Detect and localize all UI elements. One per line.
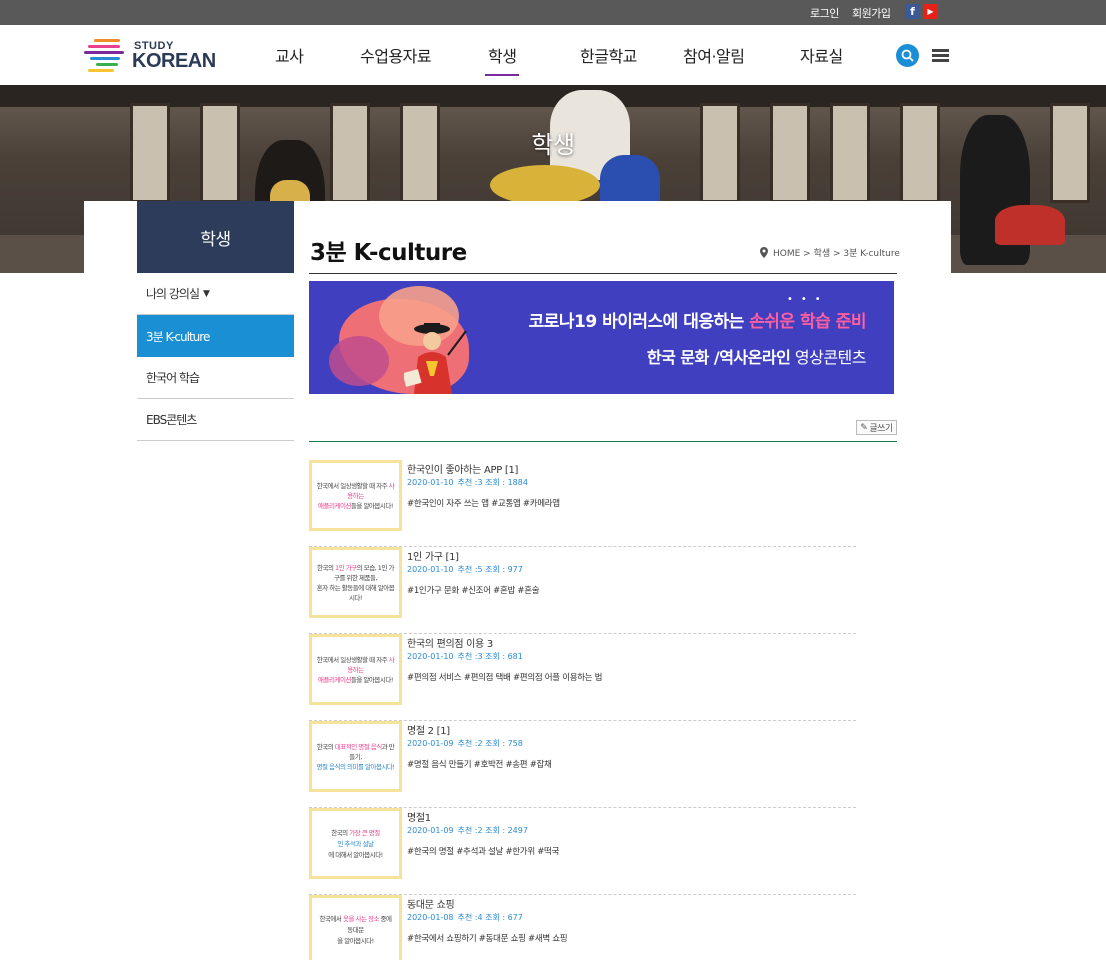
- post-title[interactable]: 1인 가구 [1]: [407, 548, 459, 563]
- lnb-item-ebs-contents[interactable]: EBS콘텐츠: [137, 399, 294, 441]
- post-meta: 2020-01-10 추천 :5 조회 : 977: [407, 565, 523, 574]
- lnb-item-my-classroom[interactable]: 나의 강의실 ▼: [137, 273, 294, 315]
- promo-banner[interactable]: ••• 코로나19 바이러스에 대응하는 손쉬운 학습 준비 한국 문화 /역사…: [309, 281, 894, 394]
- nav-item-archive[interactable]: 자료실: [800, 43, 843, 67]
- post-title[interactable]: 명절1: [407, 809, 431, 824]
- post-tags: #한국의 명절 #추석과 설날 #한가위 #떡국: [407, 847, 560, 857]
- breadcrumb: HOME > 학생 > 3분 K-culture: [760, 246, 900, 259]
- lnb-item-label: 나의 강의실: [146, 287, 200, 301]
- page-title: 3분 K-culture: [310, 240, 467, 266]
- list-item[interactable]: 한국의 가장 큰 명절 인 추석과 설날 에 대해서 알아봅시다! 명절1 2020…: [309, 808, 856, 895]
- hero-title: 학생: [531, 131, 575, 159]
- lnb-heading: 학생: [137, 201, 294, 273]
- post-title[interactable]: 명절 2 [1]: [407, 722, 450, 737]
- post-thumbnail[interactable]: 한국의 가장 큰 명절 인 추석과 설날 에 대해서 알아봅시다!: [309, 808, 402, 879]
- top-utility-bar: 로그인 회원가입 f ▶: [0, 0, 1106, 25]
- list-item[interactable]: 한국의 1인 가구의 모습, 1인 가구를 위한 제품들, 혼자 하는 활동들에 …: [309, 547, 856, 634]
- post-thumbnail[interactable]: 한국의 1인 가구의 모습, 1인 가구를 위한 제품들, 혼자 하는 활동들에 …: [309, 547, 402, 618]
- logo-text-korean: KOREAN: [132, 50, 216, 72]
- post-thumbnail[interactable]: 한국의 대표적인 명절 음식과 만들기, 명절 음식의 의미를 알아봅시다!: [309, 721, 402, 792]
- pencil-icon: ✎: [860, 422, 868, 433]
- login-link[interactable]: 로그인: [810, 5, 839, 21]
- post-meta: 2020-01-10 추천 :3 조회 : 681: [407, 652, 523, 661]
- title-divider: [309, 273, 897, 274]
- post-tags: #명절 음식 만들기 #호박전 #송편 #잡채: [407, 760, 552, 770]
- list-item[interactable]: 한국에서 일상생활할 때 자주 사용하는 애플리케이션들을 알아봅시다! 한국의 …: [309, 634, 856, 721]
- post-tags: #한국에서 쇼핑하기 #동대문 쇼핑 #새벽 쇼핑: [407, 934, 568, 944]
- site-header: STUDY KOREAN 교사 수업용자료 학생 한글학교 참여·알림 자료실: [0, 25, 1106, 85]
- list-divider: [309, 441, 897, 442]
- list-item[interactable]: 한국의 대표적인 명절 음식과 만들기, 명절 음식의 의미를 알아봅시다! 명절…: [309, 721, 856, 808]
- youtube-icon[interactable]: ▶: [923, 4, 938, 19]
- location-pin-icon: [760, 247, 768, 258]
- nav-item-student[interactable]: 학생: [484, 43, 520, 76]
- nav-item-hangul-school[interactable]: 한글학교: [580, 43, 637, 67]
- search-icon[interactable]: [896, 44, 919, 67]
- lnb-item-korean-learning[interactable]: 한국어 학습: [137, 357, 294, 399]
- lnb-item-label: 한국어 학습: [146, 371, 200, 385]
- join-link[interactable]: 회원가입: [852, 5, 891, 21]
- list-item[interactable]: 한국에서 옷을 사는 장소 중에 동대문 을 알아봅시다! 동대문 쇼핑 2020…: [309, 895, 856, 960]
- breadcrumb-text: HOME > 학생 > 3분 K-culture: [773, 249, 900, 259]
- post-tags: #1인가구 문화 #신조어 #혼밥 #혼술: [407, 586, 540, 596]
- post-meta: 2020-01-09 추천 :2 조회 : 758: [407, 739, 523, 748]
- post-title[interactable]: 동대문 쇼핑: [407, 896, 455, 911]
- lnb-item-label: 3분 K-culture: [146, 329, 210, 344]
- post-thumbnail[interactable]: 한국에서 일상생활할 때 자주 사용하는 애플리케이션들을 알아봅시다!: [309, 460, 402, 531]
- write-post-button[interactable]: ✎ 글쓰기: [856, 420, 897, 435]
- list-item[interactable]: 한국에서 일상생활할 때 자주 사용하는 애플리케이션들을 알아봅시다! 한국인이…: [309, 460, 856, 547]
- post-meta: 2020-01-08 추천 :4 조회 : 677: [407, 913, 523, 922]
- post-thumbnail[interactable]: 한국에서 옷을 사는 장소 중에 동대문 을 알아봅시다!: [309, 895, 402, 960]
- nav-item-participation[interactable]: 참여·알림: [683, 43, 745, 67]
- scholar-illustration-icon: [404, 323, 467, 394]
- banner-subheadline: 한국 문화 /역사온라인 영상콘텐츠: [646, 348, 867, 367]
- post-thumbnail[interactable]: 한국에서 일상생활할 때 자주 사용하는 애플리케이션들을 알아봅시다!: [309, 634, 402, 705]
- post-title[interactable]: 한국의 편의점 이용 3: [407, 635, 493, 650]
- post-title[interactable]: 한국인이 좋아하는 APP [1]: [407, 461, 518, 476]
- hamburger-menu-icon[interactable]: [932, 49, 949, 62]
- post-meta: 2020-01-09 추천 :2 조회 : 2497: [407, 826, 528, 835]
- nav-item-class-materials[interactable]: 수업용자료: [360, 43, 432, 67]
- caret-down-icon: ▼: [203, 288, 210, 299]
- lnb-item-k-culture[interactable]: 3분 K-culture: [137, 315, 294, 357]
- banner-headline: 코로나19 바이러스에 대응하는 손쉬운 학습 준비: [528, 312, 867, 332]
- post-tags: #편의점 서비스 #편의점 택배 #편의점 어플 이용하는 법: [407, 673, 603, 683]
- nav-item-teacher[interactable]: 교사: [275, 43, 304, 67]
- lnb-item-label: EBS콘텐츠: [146, 413, 197, 427]
- site-logo[interactable]: STUDY KOREAN: [84, 36, 216, 76]
- post-tags: #한국인이 자주 쓰는 앱 #교통앱 #카메라앱: [407, 499, 560, 509]
- facebook-icon[interactable]: f: [905, 4, 920, 19]
- post-meta: 2020-01-10 추천 :3 조회 : 1884: [407, 478, 528, 487]
